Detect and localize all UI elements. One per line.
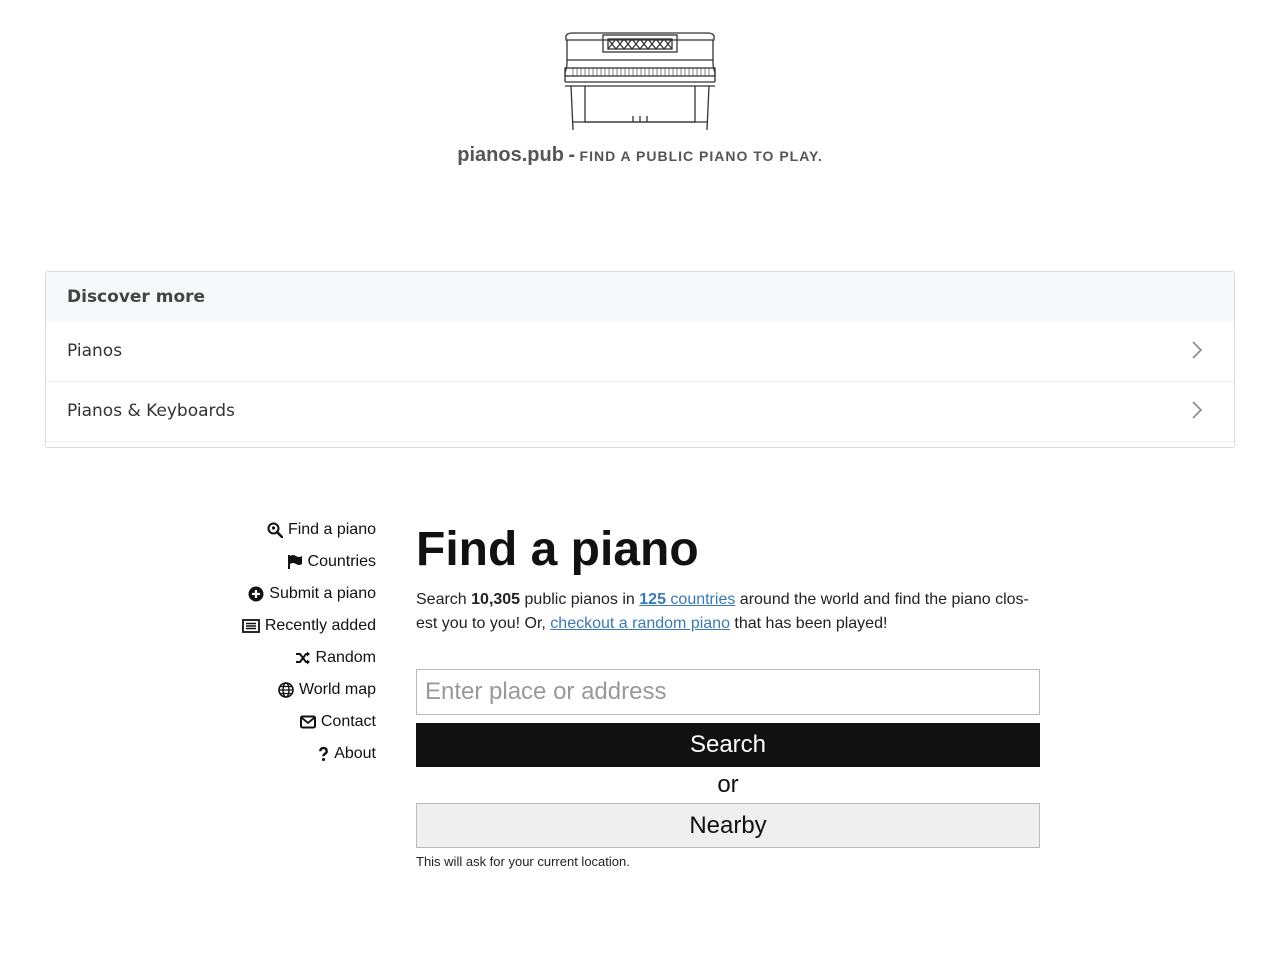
globe-icon [278, 682, 294, 698]
discover-item-pianos-keyboards[interactable]: Pianos & Keyboards [46, 382, 1234, 442]
nav-item-label: Contact [320, 713, 376, 730]
discover-item-label: Pianos [67, 341, 123, 361]
search-button[interactable]: Search [416, 723, 1040, 767]
site-name[interactable]: pianos.pub [457, 144, 564, 166]
countries-link[interactable]: 125 countries [639, 591, 735, 608]
shuffle-icon [295, 651, 310, 665]
nav-item-countries[interactable]: Countries [200, 546, 376, 578]
nearby-button[interactable]: Nearby [416, 803, 1040, 848]
nav-item-find-piano[interactable]: Find a piano [200, 514, 376, 546]
nav-item-label: About [334, 745, 376, 762]
intro-text: Search 10,305 public pianos in 125 count… [416, 588, 1040, 636]
main-content: Find a piano Search 10,305 public pianos… [416, 522, 1040, 869]
site-tagline: Find a public piano to play. [579, 148, 823, 164]
chevron-right-icon [1192, 401, 1203, 419]
nav-item-random[interactable]: Random [200, 642, 376, 674]
discover-item-pianos[interactable]: Pianos [46, 322, 1234, 382]
random-piano-link[interactable]: checkout a random piano [550, 615, 730, 632]
intro-text-part: that has been played! [729, 615, 888, 632]
plus-circle-icon [248, 586, 264, 602]
nav-item-about[interactable]: About [200, 738, 376, 770]
search-input[interactable] [416, 669, 1040, 715]
list-icon [241, 619, 260, 633]
location-note: This will ask for your current location. [416, 854, 630, 869]
piano-count: 10,305 [471, 591, 521, 608]
site-title: pianos.pub - Find a public piano to play… [0, 144, 1280, 167]
nav-item-recently-added[interactable]: Recently added [200, 610, 376, 642]
search-location-icon [267, 522, 283, 538]
discover-more-title: Discover more [46, 272, 1234, 322]
flag-icon [287, 555, 302, 569]
intro-text-part: Search [416, 591, 472, 608]
piano-logo-icon [564, 32, 716, 131]
intro-text-part: public pianos in [520, 591, 640, 608]
piano-logo[interactable] [563, 30, 717, 132]
nav-item-label: Find a piano [287, 521, 376, 538]
country-count: 125 [639, 591, 666, 608]
countries-link-label: countries [665, 591, 736, 608]
nav-item-submit-piano[interactable]: Submit a piano [200, 578, 376, 610]
discover-more-panel: Discover more Pianos Pianos & Keyboards [45, 271, 1235, 448]
side-navigation: Find a piano Countries Submit a piano Re… [200, 514, 376, 770]
envelope-icon [299, 715, 316, 729]
chevron-right-icon [1192, 341, 1203, 359]
nav-item-label: Countries [307, 553, 376, 570]
nav-item-contact[interactable]: Contact [200, 706, 376, 738]
nav-item-label: Random [315, 649, 376, 666]
title-separator: - [568, 144, 576, 166]
discover-item-label: Pianos & Keyboards [67, 401, 235, 421]
or-separator: or [717, 771, 739, 798]
question-icon [319, 746, 329, 762]
nav-item-label: World map [298, 681, 376, 698]
nav-item-label: Submit a piano [269, 585, 376, 602]
nav-item-world-map[interactable]: World map [200, 674, 376, 706]
page-title: Find a piano [416, 523, 699, 576]
nav-item-label: Recently added [264, 617, 376, 634]
